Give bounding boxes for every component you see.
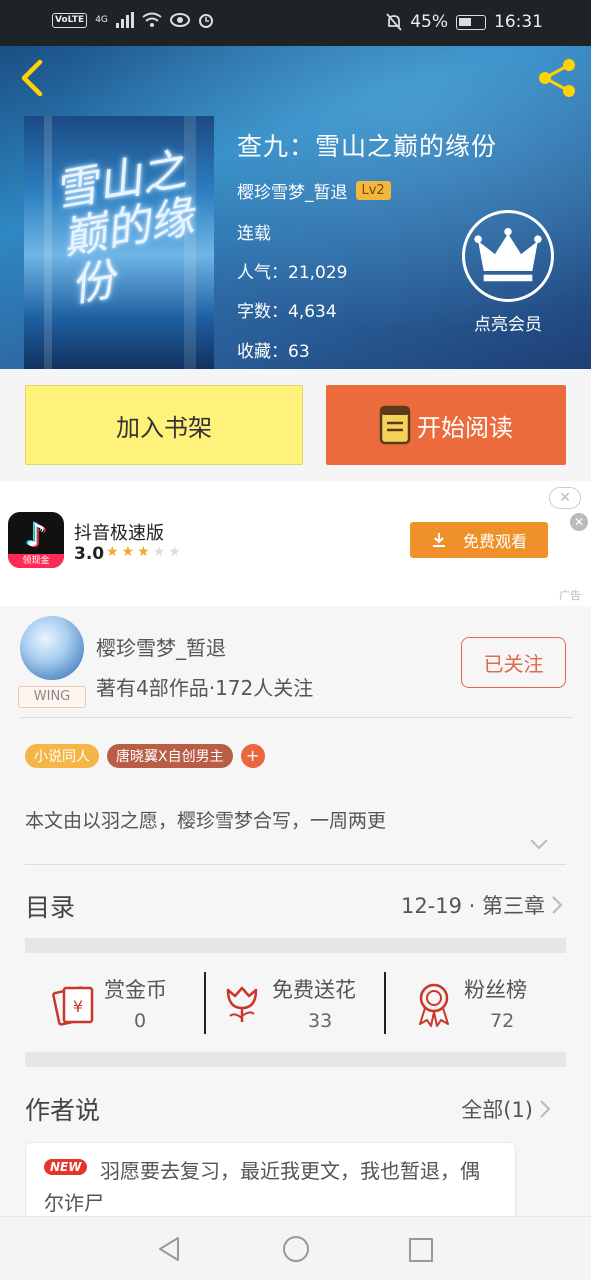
- wifi-icon: [142, 12, 162, 27]
- author-badge: WING: [18, 686, 86, 708]
- latest-chapter-label: 12-19 · 第三章: [400, 894, 545, 918]
- author-stats: 著有4部作品·172人关注: [96, 676, 314, 700]
- cover-decoration: [44, 116, 52, 369]
- signal-icon: [115, 12, 134, 28]
- stat-value: 0: [134, 1010, 147, 1032]
- star-icon: ★: [168, 544, 184, 560]
- tag-item[interactable]: 小说同人: [25, 744, 99, 768]
- cover-title-art: 雪山之巅的缘份: [50, 144, 198, 313]
- book-icon: [379, 405, 411, 445]
- book-header: 雪山之巅的缘份 查九：雪山之巅的缘份 樱珍雪梦_暂退 Lv2 连载 人气：21,…: [0, 46, 591, 369]
- stat-label: 免费送花: [272, 978, 356, 1002]
- author-said-all[interactable]: 全部(1): [461, 1094, 551, 1124]
- eye-icon: [169, 13, 190, 27]
- vip-label[interactable]: 点亮会员: [462, 310, 554, 335]
- red-envelope-icon: ¥: [52, 986, 94, 1026]
- book-description: 本文由以羽之愿，樱珍雪梦合写，一周两更: [25, 810, 387, 832]
- star-icon: ★: [152, 544, 169, 560]
- add-tag-button[interactable]: +: [240, 744, 265, 768]
- section-separator: [25, 1052, 566, 1067]
- ad-app-name: 抖音极速版: [74, 523, 164, 544]
- book-details: WING 樱珍雪梦_暂退 著有4部作品·172人关注 已关注 小说同人 唐晓翼X…: [0, 606, 591, 1222]
- free-watch-button[interactable]: 免费观看: [410, 522, 548, 558]
- add-to-shelf-button[interactable]: 加入书架: [25, 385, 303, 465]
- divider: [25, 864, 566, 865]
- author-name[interactable]: 樱珍雪梦_暂退: [237, 178, 348, 203]
- chevron-down-icon[interactable]: [530, 838, 548, 850]
- crown-icon[interactable]: [462, 210, 554, 302]
- star-rating: ★★★★★: [106, 544, 184, 560]
- volte-icon: VoLTE: [52, 12, 88, 28]
- ad-close-icon[interactable]: ✕: [549, 487, 581, 509]
- battery-percent: 45%: [410, 12, 448, 32]
- recents-square-icon[interactable]: [408, 1237, 434, 1263]
- ad-banner[interactable]: ♪ 领现金 抖音极速版 3.0 ★★★★★ 免费观看 ✕ ✕ 广告: [0, 481, 591, 606]
- stat-label: 粉丝榜: [464, 978, 527, 1002]
- reward-coins[interactable]: ¥ 赏金币 0: [52, 972, 202, 1034]
- start-reading-button[interactable]: 开始阅读: [326, 385, 566, 465]
- book-author[interactable]: 樱珍雪梦_暂退 Lv2: [237, 178, 391, 203]
- action-bar: 加入书架 开始阅读: [0, 369, 591, 481]
- svg-text:¥: ¥: [73, 997, 83, 1016]
- medal-icon: [419, 983, 449, 1027]
- network-type: 4G: [95, 15, 108, 25]
- author-said-all-label: 全部(1): [461, 1098, 533, 1122]
- book-cover[interactable]: 雪山之巅的缘份: [24, 116, 214, 369]
- app-icon-tag: 领现金: [8, 554, 64, 568]
- status-bar: VoLTE 4G 45% 16:31: [0, 0, 591, 46]
- start-reading-label: 开始阅读: [417, 413, 513, 442]
- free-flowers[interactable]: 免费送花 33: [222, 972, 382, 1034]
- star-icon: ★: [137, 544, 153, 560]
- book-title: 查九：雪山之巅的缘份: [237, 132, 498, 161]
- back-triangle-icon[interactable]: [156, 1235, 182, 1263]
- free-watch-label: 免费观看: [462, 532, 527, 551]
- star-icon: ★: [106, 544, 122, 560]
- toc-title[interactable]: 目录: [25, 888, 75, 924]
- divider: [20, 717, 573, 718]
- book-word-count: 字数：4,634: [237, 302, 337, 322]
- author-note-text: 羽愿要去复习，最近我更文，我也暂退，偶尔诈尸: [44, 1159, 480, 1215]
- battery-icon: [456, 14, 486, 30]
- ad-label: 广告: [559, 589, 581, 602]
- tiktok-note-icon: ♪: [25, 516, 47, 554]
- tag-item[interactable]: 唐晓翼X自创男主: [107, 744, 233, 768]
- ad-dismiss-icon[interactable]: ✕: [570, 513, 588, 531]
- star-icon: ★: [121, 544, 138, 560]
- stat-label: 赏金币: [104, 978, 167, 1002]
- book-status: 连载: [237, 224, 271, 244]
- stat-value: 33: [308, 1010, 333, 1032]
- ad-rating: 3.0: [74, 544, 105, 564]
- author-said-title: 作者说: [25, 1096, 101, 1125]
- divider: [204, 972, 206, 1034]
- mute-icon: [386, 13, 402, 31]
- follow-button[interactable]: 已关注: [461, 637, 566, 688]
- book-favorites: 收藏：63: [237, 342, 310, 362]
- chevron-right-icon: [552, 896, 563, 914]
- level-badge: Lv2: [355, 181, 391, 200]
- share-icon[interactable]: [535, 56, 579, 100]
- tag-list: 小说同人 唐晓翼X自创男主 +: [25, 744, 265, 768]
- stat-value: 72: [490, 1010, 515, 1032]
- fan-ranking[interactable]: 粉丝榜 72: [414, 972, 554, 1034]
- latest-chapter[interactable]: 12-19 · 第三章: [401, 890, 563, 920]
- clock: 16:31: [494, 12, 543, 32]
- app-logo[interactable]: ♪ 领现金: [8, 512, 64, 568]
- divider: [384, 972, 386, 1034]
- book-popularity: 人气：21,029: [237, 263, 348, 283]
- home-circle-icon[interactable]: [282, 1235, 310, 1263]
- system-nav-bar: [0, 1216, 591, 1280]
- author-name[interactable]: 樱珍雪梦_暂退: [96, 632, 226, 661]
- author-note-card[interactable]: NEW 羽愿要去复习，最近我更文，我也暂退，偶尔诈尸: [25, 1142, 516, 1222]
- back-arrow-icon[interactable]: [14, 58, 50, 98]
- alarm-icon: [198, 14, 213, 28]
- download-icon: [432, 533, 445, 547]
- flower-icon: [226, 986, 258, 1022]
- chevron-right-icon: [540, 1100, 551, 1118]
- author-avatar[interactable]: [20, 616, 84, 680]
- section-separator: [25, 938, 566, 953]
